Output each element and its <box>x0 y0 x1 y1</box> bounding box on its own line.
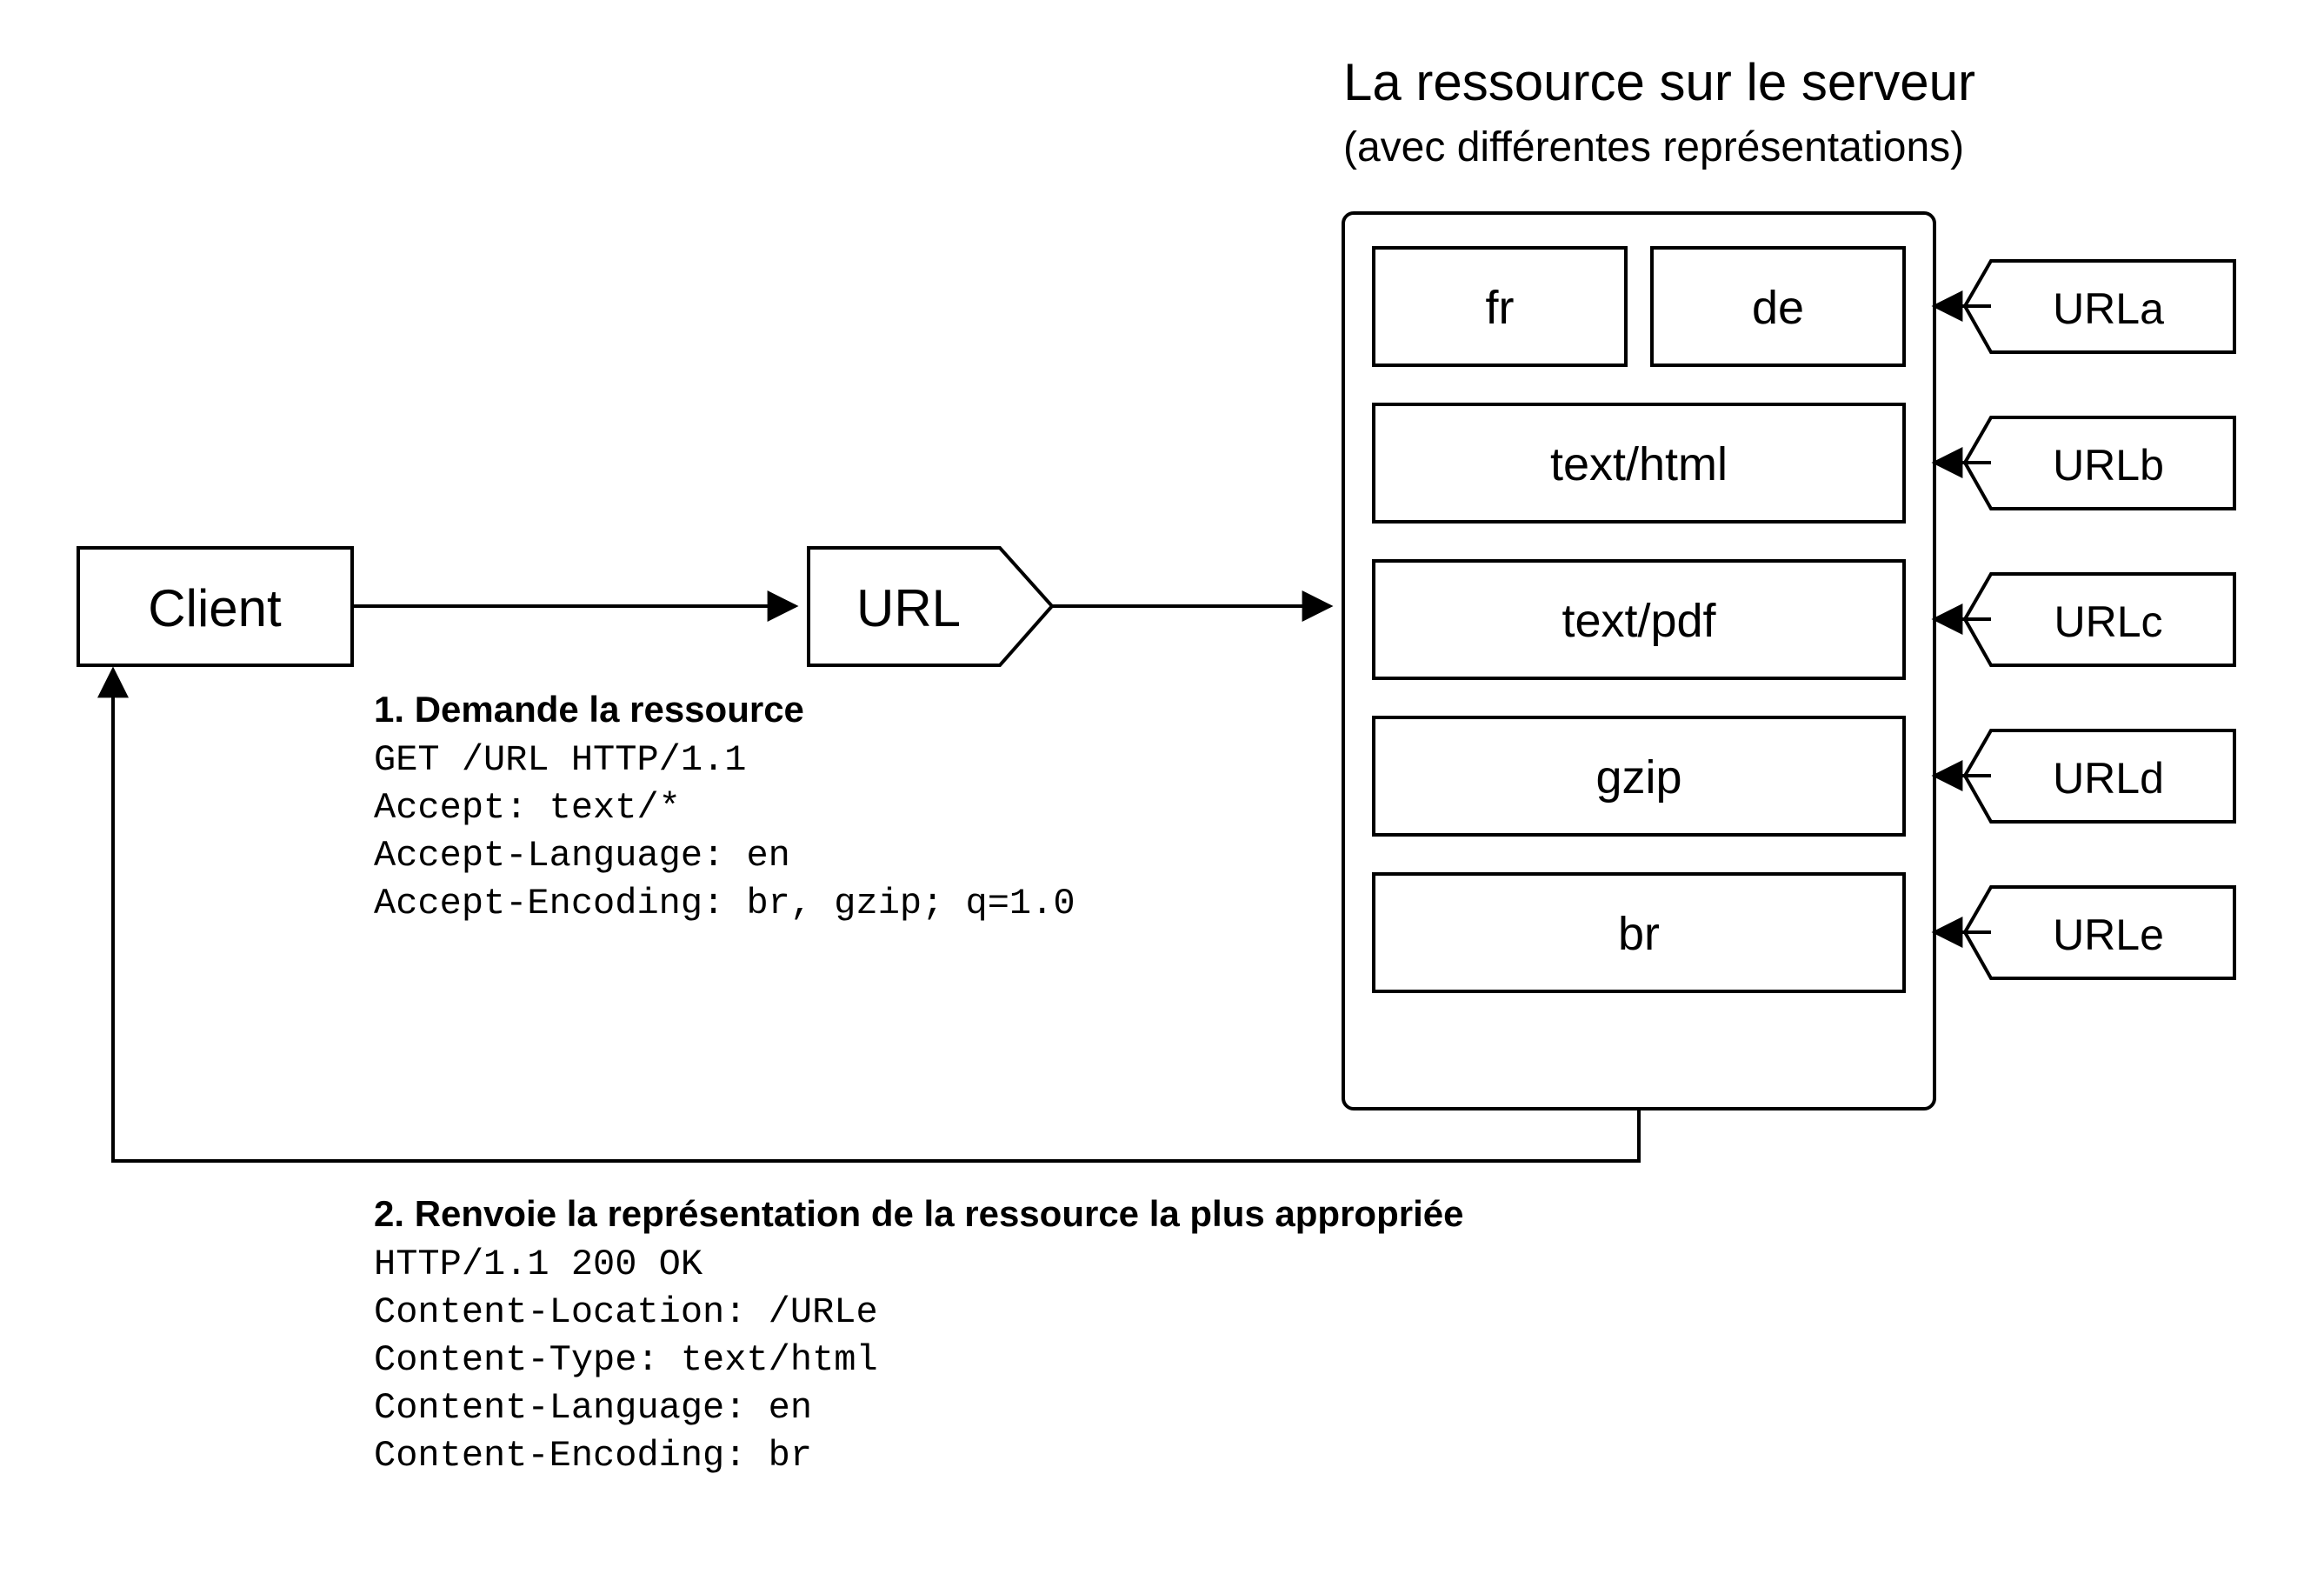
resource-type-pdf: text/pdf <box>1374 561 1904 678</box>
resource-enc-gzip-label: gzip <box>1595 751 1681 804</box>
response-line-4: Content-Encoding: br <box>374 1435 812 1477</box>
url-tag-b: URLb <box>1934 417 2234 509</box>
url-tag-d-label: URLd <box>2053 754 2164 803</box>
request-line-1: Accept: text/* <box>374 787 681 829</box>
server-subtitle: (avec différentes représentations) <box>1343 124 1964 170</box>
url-tag-b-label: URLb <box>2053 441 2164 490</box>
url-tag-d: URLd <box>1934 730 2234 822</box>
response-line-3: Content-Language: en <box>374 1387 812 1429</box>
request-line-2: Accept-Language: en <box>374 835 790 877</box>
resource-enc-br: br <box>1374 874 1904 991</box>
resource-lang-fr-label: fr <box>1486 282 1515 334</box>
request-line-3: Accept-Encoding: br, gzip; q=1.0 <box>374 883 1075 924</box>
url-tag-c: URLc <box>1934 574 2234 665</box>
url-tag-a-label: URLa <box>2053 284 2164 333</box>
client-label: Client <box>148 579 282 637</box>
resource-enc-br-label: br <box>1618 908 1660 960</box>
response-heading: 2. Renvoie la représentation de la resso… <box>374 1193 1463 1234</box>
url-tag-e-label: URLe <box>2053 910 2164 959</box>
response-line-2: Content-Type: text/html <box>374 1339 878 1381</box>
url-node: URL <box>809 548 1052 665</box>
resource-enc-gzip: gzip <box>1374 717 1904 835</box>
resource-lang-de-label: de <box>1752 282 1804 334</box>
response-line-1: Content-Location: /URLe <box>374 1291 878 1333</box>
response-block: 2. Renvoie la représentation de la resso… <box>374 1193 1463 1477</box>
url-node-label: URL <box>856 579 961 637</box>
server-title: La ressource sur le serveur <box>1343 53 1975 111</box>
response-line-0: HTTP/1.1 200 OK <box>374 1244 703 1285</box>
client-box: Client <box>78 548 352 665</box>
request-heading: 1. Demande la ressource <box>374 689 804 730</box>
resource-lang-de: de <box>1652 248 1904 365</box>
url-tag-e: URLe <box>1934 887 2234 978</box>
url-tag-c-label: URLc <box>2054 597 2162 646</box>
request-block: 1. Demande la ressource GET /URL HTTP/1.… <box>374 689 1075 924</box>
server-container <box>1343 213 1934 1109</box>
request-line-0: GET /URL HTTP/1.1 <box>374 739 746 781</box>
resource-type-pdf-label: text/pdf <box>1562 595 1716 647</box>
resource-lang-fr: fr <box>1374 248 1626 365</box>
resource-type-html: text/html <box>1374 404 1904 522</box>
resource-type-html-label: text/html <box>1550 438 1728 490</box>
url-tag-a: URLa <box>1934 261 2234 352</box>
